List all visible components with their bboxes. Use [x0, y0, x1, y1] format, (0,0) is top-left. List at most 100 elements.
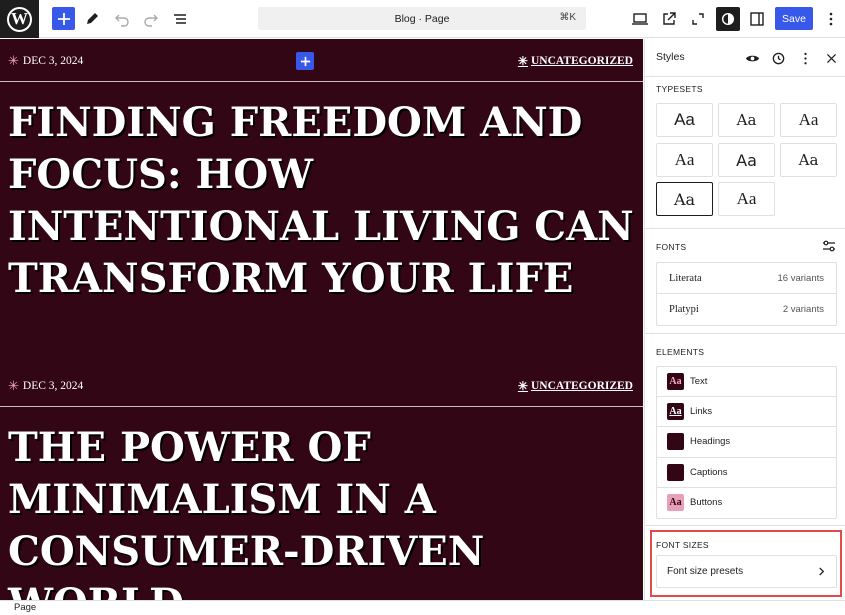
headings-color-swatch	[667, 433, 684, 451]
element-label: Links	[690, 406, 713, 418]
fullscreen-button[interactable]	[686, 7, 710, 31]
element-item-buttons[interactable]: Aa Buttons	[657, 488, 836, 518]
wordpress-logo-button[interactable]: W	[0, 0, 39, 38]
options-menu-button[interactable]	[819, 7, 843, 31]
fonts-label: FONTS	[656, 242, 687, 252]
command-shortcut: ⌘K	[559, 12, 576, 23]
section-divider	[645, 228, 845, 229]
contrast-icon	[721, 12, 735, 26]
redo-icon	[144, 14, 158, 27]
elements-list: Aa Text Aa Links Headings Captions Aa Bu…	[656, 366, 837, 519]
links-color-swatch: Aa	[667, 403, 684, 421]
sidebar-header: Styles	[645, 39, 845, 77]
font-variants: 16 variants	[777, 272, 824, 284]
add-block-button[interactable]	[52, 7, 75, 30]
post-title[interactable]: FINDING FREEDOM AND FOCUS: HOW INTENTION…	[8, 97, 638, 305]
style-book-button[interactable]	[744, 50, 760, 66]
asterisk-icon: ✳	[517, 378, 528, 393]
list-view-icon	[174, 14, 186, 24]
settings-panel-button[interactable]	[745, 7, 769, 31]
post-date: ✳ DEC 3, 2024	[8, 53, 83, 69]
captions-color-swatch	[667, 463, 684, 481]
chevron-right-icon	[819, 567, 825, 576]
typeset-option[interactable]: Aa	[780, 143, 837, 177]
font-name: Literata	[669, 272, 702, 284]
close-icon	[826, 53, 836, 63]
eye-icon	[745, 55, 759, 61]
separator	[0, 81, 643, 82]
post-meta: ✳ DEC 3, 2024 ✳ UNCATEGORIZED	[8, 53, 633, 69]
element-label: Buttons	[690, 497, 723, 509]
font-size-presets-label: Font size presets	[667, 566, 744, 577]
expand-icon	[692, 13, 704, 25]
undo-icon	[115, 14, 129, 27]
post-category-text: UNCATEGORIZED	[530, 380, 633, 392]
fonts-list: Literata 16 variants Platypi 2 variants	[656, 262, 837, 326]
document-overview-button[interactable]	[168, 7, 192, 31]
typeset-option[interactable]: Aa	[718, 103, 775, 137]
sidebar-title: Styles	[656, 51, 685, 63]
status-bar: Page	[0, 600, 845, 615]
post-date-text: DEC 3, 2024	[22, 55, 84, 67]
separator	[0, 406, 643, 407]
font-variants: 2 variants	[782, 304, 824, 315]
external-link-icon	[663, 12, 676, 25]
close-sidebar-button[interactable]	[823, 50, 839, 66]
post-category-link[interactable]: ✳ UNCATEGORIZED	[518, 54, 633, 69]
element-label: Text	[690, 376, 708, 388]
font-name: Platypi	[669, 304, 699, 315]
buttons-color-swatch: Aa	[667, 494, 684, 512]
redo-button[interactable]	[139, 7, 163, 31]
save-button[interactable]: Save	[775, 7, 813, 30]
element-item-text[interactable]: Aa Text	[657, 367, 836, 398]
asterisk-icon: ✳	[517, 53, 528, 68]
typeset-option[interactable]: Aa	[780, 103, 837, 137]
asterisk-icon: ✳	[8, 53, 19, 68]
element-label: Captions	[690, 466, 728, 478]
editor-canvas[interactable]: ✳ DEC 3, 2024 ✳ UNCATEGORIZED FINDING FR…	[0, 39, 643, 600]
post-category-text: UNCATEGORIZED	[530, 55, 633, 67]
styles-sidebar: Styles TYPESETS Aa Aa Aa Aa Aa Aa Aa Aa …	[644, 39, 845, 600]
styles-button[interactable]	[716, 7, 740, 31]
asterisk-icon: ✳	[8, 378, 19, 393]
undo-button[interactable]	[110, 7, 134, 31]
font-size-presets-button[interactable]: Font size presets	[656, 555, 837, 588]
inline-add-block-button[interactable]	[296, 52, 314, 70]
breadcrumb-page[interactable]: Page	[14, 602, 36, 613]
element-item-links[interactable]: Aa Links	[657, 397, 836, 428]
typeset-option[interactable]: Aa	[718, 182, 775, 216]
typeset-option[interactable]: Aa	[718, 143, 775, 177]
post-date: ✳ DEC 3, 2024	[8, 378, 83, 394]
plus-icon	[57, 12, 70, 25]
element-item-captions[interactable]: Captions	[657, 458, 836, 488]
tools-button[interactable]	[80, 7, 104, 31]
view-site-button[interactable]	[657, 7, 681, 31]
post-meta: ✳ DEC 3, 2024 ✳ UNCATEGORIZED	[8, 378, 633, 394]
history-icon	[772, 52, 784, 64]
sidebar-icon	[750, 12, 764, 26]
element-label: Headings	[690, 436, 731, 448]
desktop-icon	[632, 13, 648, 25]
plus-icon	[300, 56, 310, 66]
typeset-option[interactable]: Aa	[656, 103, 713, 137]
typeset-option[interactable]: Aa	[656, 143, 713, 177]
elements-label: ELEMENTS	[656, 347, 705, 357]
more-vertical-icon	[829, 12, 833, 26]
sliders-icon[interactable]	[822, 239, 836, 253]
font-item-literata[interactable]: Literata 16 variants	[657, 263, 836, 294]
post-category-link[interactable]: ✳ UNCATEGORIZED	[518, 379, 633, 394]
preview-device-button[interactable]	[628, 7, 652, 31]
revisions-button[interactable]	[770, 50, 786, 66]
document-title-bar[interactable]: Blog · Page ⌘K	[258, 7, 586, 30]
font-item-platypi[interactable]: Platypi 2 variants	[657, 294, 836, 325]
element-item-headings[interactable]: Headings	[657, 427, 836, 458]
section-divider	[645, 525, 845, 526]
top-toolbar: W Blog · Page ⌘K Save	[0, 0, 845, 38]
post-date-text: DEC 3, 2024	[22, 380, 84, 392]
post-title[interactable]: THE POWER OF MINIMALISM IN A CONSUMER-DR…	[8, 422, 638, 600]
document-title: Blog · Page	[394, 12, 450, 25]
typesets-label: TYPESETS	[656, 84, 703, 94]
more-styles-options-button[interactable]	[797, 50, 813, 66]
section-divider	[645, 333, 845, 334]
typeset-option-selected[interactable]: Aa	[656, 182, 713, 216]
